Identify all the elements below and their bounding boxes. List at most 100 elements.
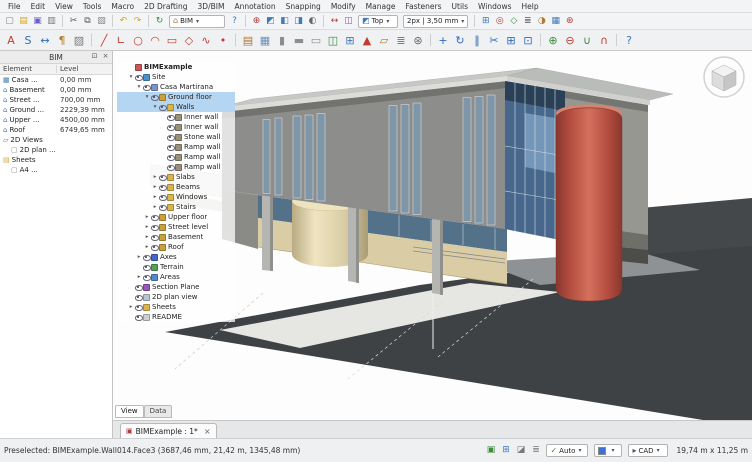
rectangle-tool[interactable]: ▭ [164,32,180,48]
tree-item-roof[interactable]: ▸Roof [117,242,235,252]
difference-tool[interactable]: ∩ [596,32,612,48]
wall-tool[interactable]: ▤ [240,32,256,48]
working-plane-button[interactable]: ◇ [507,15,520,28]
menu-windows[interactable]: Windows [473,1,516,12]
close-panel-icon[interactable]: × [101,52,110,60]
clone-tool[interactable]: ⊡ [520,32,536,48]
bim-panel-row[interactable]: ▦Casa ...0,00 mm [0,75,112,85]
menu-2d-drafting[interactable]: 2D Drafting [139,1,192,12]
menu-macro[interactable]: Macro [106,1,139,12]
bim-panel-row[interactable]: ▢A4 ... [0,165,112,175]
roof-tool[interactable]: ▲ [359,32,375,48]
tree-item-stone-wall[interactable]: Stone wall [117,132,235,142]
panel-title-bar[interactable]: BIM ⊡ × [0,51,112,64]
beam-tool[interactable]: ▬ [291,32,307,48]
3d-viewport[interactable]: BIMExample▾Site▾Casa Martirana▾Ground fl… [113,51,752,420]
paste-button[interactable]: ▧ [95,15,108,28]
add-component-tool[interactable]: ⊕ [545,32,561,48]
working-plane-icon[interactable]: ⊞ [499,444,512,457]
tree-item-basement[interactable]: ▸Basement [117,232,235,242]
offset-tool[interactable]: ∥ [469,32,485,48]
tree-item-windows[interactable]: ▸Windows [117,192,235,202]
redo-button[interactable]: ↷ [131,15,144,28]
bim-panel-row[interactable]: ⌂Upper ...4500,00 mm [0,115,112,125]
navigation-style-selector[interactable]: ▸CAD▾ [628,444,668,457]
tree-item-site[interactable]: ▾Site [117,72,235,82]
menu-modify[interactable]: Modify [326,1,361,12]
menu-utils[interactable]: Utils [447,1,474,12]
tree-item-inner-wall[interactable]: Inner wall [117,122,235,132]
trim-tool[interactable]: ✂ [486,32,502,48]
menu-snapping[interactable]: Snapping [281,1,326,12]
layers-icon[interactable]: ≣ [529,444,542,457]
copy-button[interactable]: ⧉ [81,15,94,28]
menu-fasteners[interactable]: Fasteners [400,1,446,12]
bim-panel-row[interactable]: ⌂Roof6749,65 mm [0,125,112,135]
new-document-button[interactable]: ▢ [3,15,16,28]
slab-tool[interactable]: ▭ [308,32,324,48]
print-button[interactable]: ▥ [45,15,58,28]
open-document-button[interactable]: ▤ [17,15,30,28]
navigation-cube[interactable] [701,54,747,100]
save-button[interactable]: ▣ [31,15,44,28]
tree-item-stairs[interactable]: ▸Stairs [117,202,235,212]
tree-item-areas[interactable]: ▸Areas [117,272,235,282]
whats-this-button[interactable]: ? [228,15,241,28]
move-tool[interactable]: + [435,32,451,48]
tree-item-upper-floor[interactable]: ▸Upper floor [117,212,235,222]
stairs-tool[interactable]: ≣ [393,32,409,48]
annotation-text-tool[interactable]: A [3,32,19,48]
panel-tool[interactable]: ▱ [376,32,392,48]
tree-item-walls[interactable]: ▾Walls [117,102,235,112]
tree-item-section-plane[interactable]: Section Plane [117,282,235,292]
sketch-tool[interactable]: S [20,32,36,48]
toggle-grid-button[interactable]: ⊞ [479,15,492,28]
tree-item-ramp-wall[interactable]: Ramp wall [117,152,235,162]
measure-button[interactable]: ↔ [328,15,341,28]
tree-item-ramp-wall[interactable]: Ramp wall [117,162,235,172]
float-panel-icon[interactable]: ⊡ [90,52,99,60]
bspline-tool[interactable]: ∿ [198,32,214,48]
top-view-button[interactable]: ◨ [292,15,305,28]
bim-setup-button[interactable]: ⊛ [563,15,576,28]
menu-3d-bim[interactable]: 3D/BIM [193,1,230,12]
polygon-tool[interactable]: ◇ [181,32,197,48]
menu-annotation[interactable]: Annotation [229,1,280,12]
snap-button[interactable]: ◎ [493,15,506,28]
tree-item-terrain[interactable]: Terrain [117,262,235,272]
close-tab-icon[interactable]: × [204,427,211,436]
front-view-button[interactable]: ◧ [278,15,291,28]
document-tab[interactable]: ▣ BIMExample : 1* × [120,423,217,438]
bim-panel-row[interactable]: ▱2D Views [0,135,112,145]
tree-item-casa-martirana[interactable]: ▾Casa Martirana [117,82,235,92]
bim-views-toggle-icon[interactable]: ▣ [484,444,497,457]
tree-item-inner-wall[interactable]: Inner wall [117,112,235,122]
snap-selector[interactable]: ✓Auto▾ [546,444,588,457]
working-plane-selector[interactable]: ▾ [594,444,622,457]
annotation-styles-tool[interactable]: ¶ [54,32,70,48]
fit-all-button[interactable]: ⊕ [250,15,263,28]
dimension-tool[interactable]: ↔ [37,32,53,48]
equipment-tool[interactable]: ⊛ [410,32,426,48]
tree-item-ramp-wall[interactable]: Ramp wall [117,142,235,152]
tab-data[interactable]: Data [144,405,173,418]
hatch-tool[interactable]: ▨ [71,32,87,48]
tab-view[interactable]: View [115,405,144,418]
workbench-selector[interactable]: ⌂BIM▾ [169,15,225,28]
menu-tools[interactable]: Tools [78,1,106,12]
point-tool[interactable]: • [215,32,231,48]
refresh-button[interactable]: ↻ [153,15,166,28]
column-tool[interactable]: ▮ [274,32,290,48]
tree-item-bimexample[interactable]: BIMExample [117,62,235,72]
curtain-wall-tool[interactable]: ▦ [257,32,273,48]
bim-panel-row[interactable]: ⌂Basement0,00 mm [0,85,112,95]
menu-help[interactable]: Help [517,1,544,12]
bim-panel-row[interactable]: ⌂Ground ...2229,39 mm [0,105,112,115]
line-tool[interactable]: ╱ [96,32,112,48]
menu-manage[interactable]: Manage [361,1,401,12]
polyline-tool[interactable]: ∟ [113,32,129,48]
clip-plane-button[interactable]: ◫ [342,15,355,28]
material-button[interactable]: ◑ [535,15,548,28]
window-tool[interactable]: ⊞ [342,32,358,48]
draw-style-icon[interactable]: ◪ [514,444,527,457]
